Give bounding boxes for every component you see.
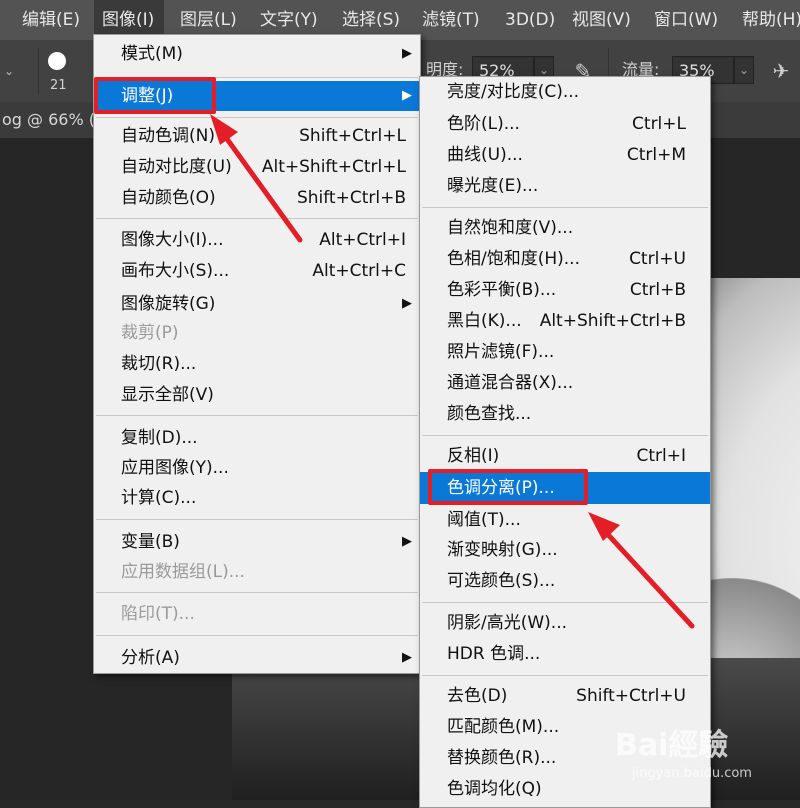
menu-help[interactable]: 帮助(H) xyxy=(742,0,800,40)
image-menu: 模式(M) ▶ 调整(J) ▶ 自动色调(N) Shift+Ctrl+L 自动对比度(… xyxy=(93,34,421,674)
document-tab[interactable]: og @ 66% ( xyxy=(0,102,95,138)
separator xyxy=(96,117,418,118)
menu-item-color-lookup[interactable]: 颜色查找... xyxy=(420,399,710,429)
airbrush-icon[interactable]: ✈ xyxy=(768,58,794,84)
menu-item-auto-contrast[interactable]: 自动对比度(U) Alt+Shift+Ctrl+L xyxy=(94,152,420,182)
menu-item-gradient-map[interactable]: 渐变映射(G)... xyxy=(420,535,710,565)
menu-item-brightness-contrast[interactable]: 亮度/对比度(C)... xyxy=(420,77,710,107)
menu-item-black-white[interactable]: 黑白(K)... Alt+Shift+Ctrl+B xyxy=(420,306,710,336)
menu-item-trim[interactable]: 裁切(R)... xyxy=(94,349,420,379)
menu-item-apply-image[interactable]: 应用图像(Y)... xyxy=(94,453,420,483)
menu-item-image-size[interactable]: 图像大小(I)... Alt+Ctrl+I xyxy=(94,225,420,255)
menu-item-duplicate[interactable]: 复制(D)... xyxy=(94,423,420,453)
brush-size-label: 21 xyxy=(50,78,67,93)
menu-item-invert[interactable]: 反相(I) Ctrl+I xyxy=(420,441,710,471)
menu-view[interactable]: 视图(V) xyxy=(572,0,631,40)
annotation-box-posterize xyxy=(428,469,588,505)
separator xyxy=(96,519,418,520)
separator xyxy=(96,592,418,593)
watermark-url: jingyan.baidu.com xyxy=(632,766,752,781)
baidu-logo-watermark: Bai經驗 xyxy=(615,728,729,763)
submenu-arrow-icon: ▶ xyxy=(402,46,412,61)
menu-item-variables[interactable]: 变量(B) ▶ xyxy=(94,527,420,557)
submenu-arrow-icon: ▶ xyxy=(402,650,412,665)
menu-edit[interactable]: 编辑(E) xyxy=(22,0,80,40)
menu-item-vibrance[interactable]: 自然饱和度(V)... xyxy=(420,213,710,243)
submenu-arrow-icon: ▶ xyxy=(402,296,412,311)
menu-3d[interactable]: 3D(D) xyxy=(505,0,555,40)
menu-filter[interactable]: 滤镜(T) xyxy=(422,0,480,40)
menu-item-threshold[interactable]: 阈值(T)... xyxy=(420,505,710,535)
menu-item-mode[interactable]: 模式(M) ▶ xyxy=(94,39,420,69)
brush-preview-icon[interactable] xyxy=(48,52,66,70)
menu-item-hdr-toning[interactable]: HDR 色调... xyxy=(420,639,710,669)
menu-item-hue-saturation[interactable]: 色相/饱和度(H)... Ctrl+U xyxy=(420,244,710,274)
menu-item-reveal-all[interactable]: 显示全部(V) xyxy=(94,380,420,410)
menu-item-levels[interactable]: 色阶(L)... Ctrl+L xyxy=(420,109,710,139)
separator xyxy=(422,675,708,676)
annotation-box-adjustments xyxy=(94,77,216,114)
menu-item-auto-tone[interactable]: 自动色调(N) Shift+Ctrl+L xyxy=(94,121,420,151)
menu-item-curves[interactable]: 曲线(U)... Ctrl+M xyxy=(420,140,710,170)
separator xyxy=(422,207,708,208)
menu-item-auto-color[interactable]: 自动颜色(O) Shift+Ctrl+B xyxy=(94,183,420,213)
menu-item-apply-data-set: 应用数据组(L)... xyxy=(121,562,245,582)
separator xyxy=(96,218,418,219)
menu-item-calculations[interactable]: 计算(C)... xyxy=(94,483,420,513)
menu-item-shadows-highlights[interactable]: 阴影/高光(W)... xyxy=(420,608,710,638)
menu-window[interactable]: 窗口(W) xyxy=(654,0,718,40)
menu-item-selective-color[interactable]: 可选颜色(S)... xyxy=(420,566,710,596)
divider xyxy=(38,48,39,94)
submenu-arrow-icon: ▶ xyxy=(402,88,412,103)
menu-item-channel-mixer[interactable]: 通道混合器(X)... xyxy=(420,368,710,398)
menu-item-photo-filter[interactable]: 照片滤镜(F)... xyxy=(420,337,710,367)
separator xyxy=(96,415,418,416)
menu-item-crop: 裁剪(P) xyxy=(121,323,179,343)
menu-item-color-balance[interactable]: 色彩平衡(B)... Ctrl+B xyxy=(420,275,710,305)
menu-item-image-rotation[interactable]: 图像旋转(G) ▶ xyxy=(94,289,420,319)
menu-item-canvas-size[interactable]: 画布大小(S)... Alt+Ctrl+C xyxy=(94,256,420,286)
menu-item-exposure[interactable]: 曝光度(E)... xyxy=(420,171,710,201)
submenu-arrow-icon: ▶ xyxy=(402,534,412,549)
menu-item-trap: 陷印(T)... xyxy=(121,604,195,624)
adjustments-submenu: 亮度/对比度(C)... 色阶(L)... Ctrl+L 曲线(U)... Ctrl… xyxy=(419,76,711,808)
separator xyxy=(422,435,708,436)
separator xyxy=(422,602,708,603)
flow-dropdown-icon[interactable]: ⌄ xyxy=(734,56,754,84)
separator xyxy=(96,635,418,636)
chevron-down-icon[interactable]: ⌄ xyxy=(0,62,18,80)
menu-item-desaturate[interactable]: 去色(D) Shift+Ctrl+U xyxy=(420,681,710,711)
menu-item-analysis[interactable]: 分析(A) ▶ xyxy=(94,643,420,673)
